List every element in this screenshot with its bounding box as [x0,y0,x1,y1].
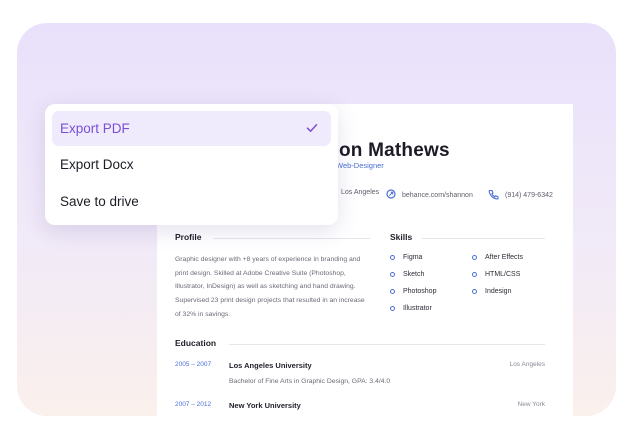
skill-item: Sketch [390,271,424,278]
education-divider [229,344,545,345]
contact-phone: (914) 479-6342 [488,189,553,202]
profile-text: Graphic designer with +8 years of experi… [175,256,365,318]
bullet-icon [390,255,395,260]
skill-item: After Effects [472,254,523,261]
profile-divider [214,238,370,239]
skill-item: Illustrator [390,305,432,312]
check-icon [306,124,318,132]
contact-phone-text: (914) 479-6342 [505,192,553,199]
skills-divider [422,238,545,239]
skills-heading: Skills [390,232,413,242]
menu-item-label: Save to drive [60,194,139,209]
education-school: New York University [229,401,301,410]
education-location: New York [517,401,545,408]
contact-city: Los Angeles [341,189,379,196]
resume-name: on Mathews [339,140,450,161]
education-heading: Education [175,338,217,348]
phone-icon [488,189,499,202]
menu-item-save-to-drive[interactable]: Save to drive [52,184,331,219]
contact-website: behance.com/shannon [386,189,473,201]
contact-city-text: Los Angeles [341,189,380,196]
resume-role: Web-Designer [336,161,384,170]
education-school: Los Angeles University [229,361,312,370]
menu-item-export-docx[interactable]: Export Docx [52,147,331,182]
skill-item: Indesign [472,288,511,295]
menu-item-label: Export PDF [60,121,130,136]
menu-item-label: Export Docx [60,157,134,172]
skill-item: Photoshop [390,288,436,295]
education-degree: Bachelor of Fine Arts in Graphic Design,… [229,378,391,385]
bullet-icon [390,289,395,294]
bullet-icon [472,255,477,260]
bullet-icon [472,289,477,294]
bullet-icon [390,306,395,311]
profile-heading: Profile [175,232,202,242]
skill-item: HTML/CSS [472,271,520,278]
contact-website-text: behance.com/shannon [402,191,473,199]
education-years: 2007 – 2012 [175,401,212,408]
education-years: 2005 – 2007 [175,361,212,368]
bullet-icon [472,272,477,277]
skill-item: Figma [390,254,422,261]
education-location: Los Angeles [509,361,545,368]
web-icon [386,189,396,201]
export-menu: Export PDF Export Docx Save to drive [45,104,338,225]
bullet-icon [390,272,395,277]
menu-item-export-pdf[interactable]: Export PDF [52,111,331,146]
